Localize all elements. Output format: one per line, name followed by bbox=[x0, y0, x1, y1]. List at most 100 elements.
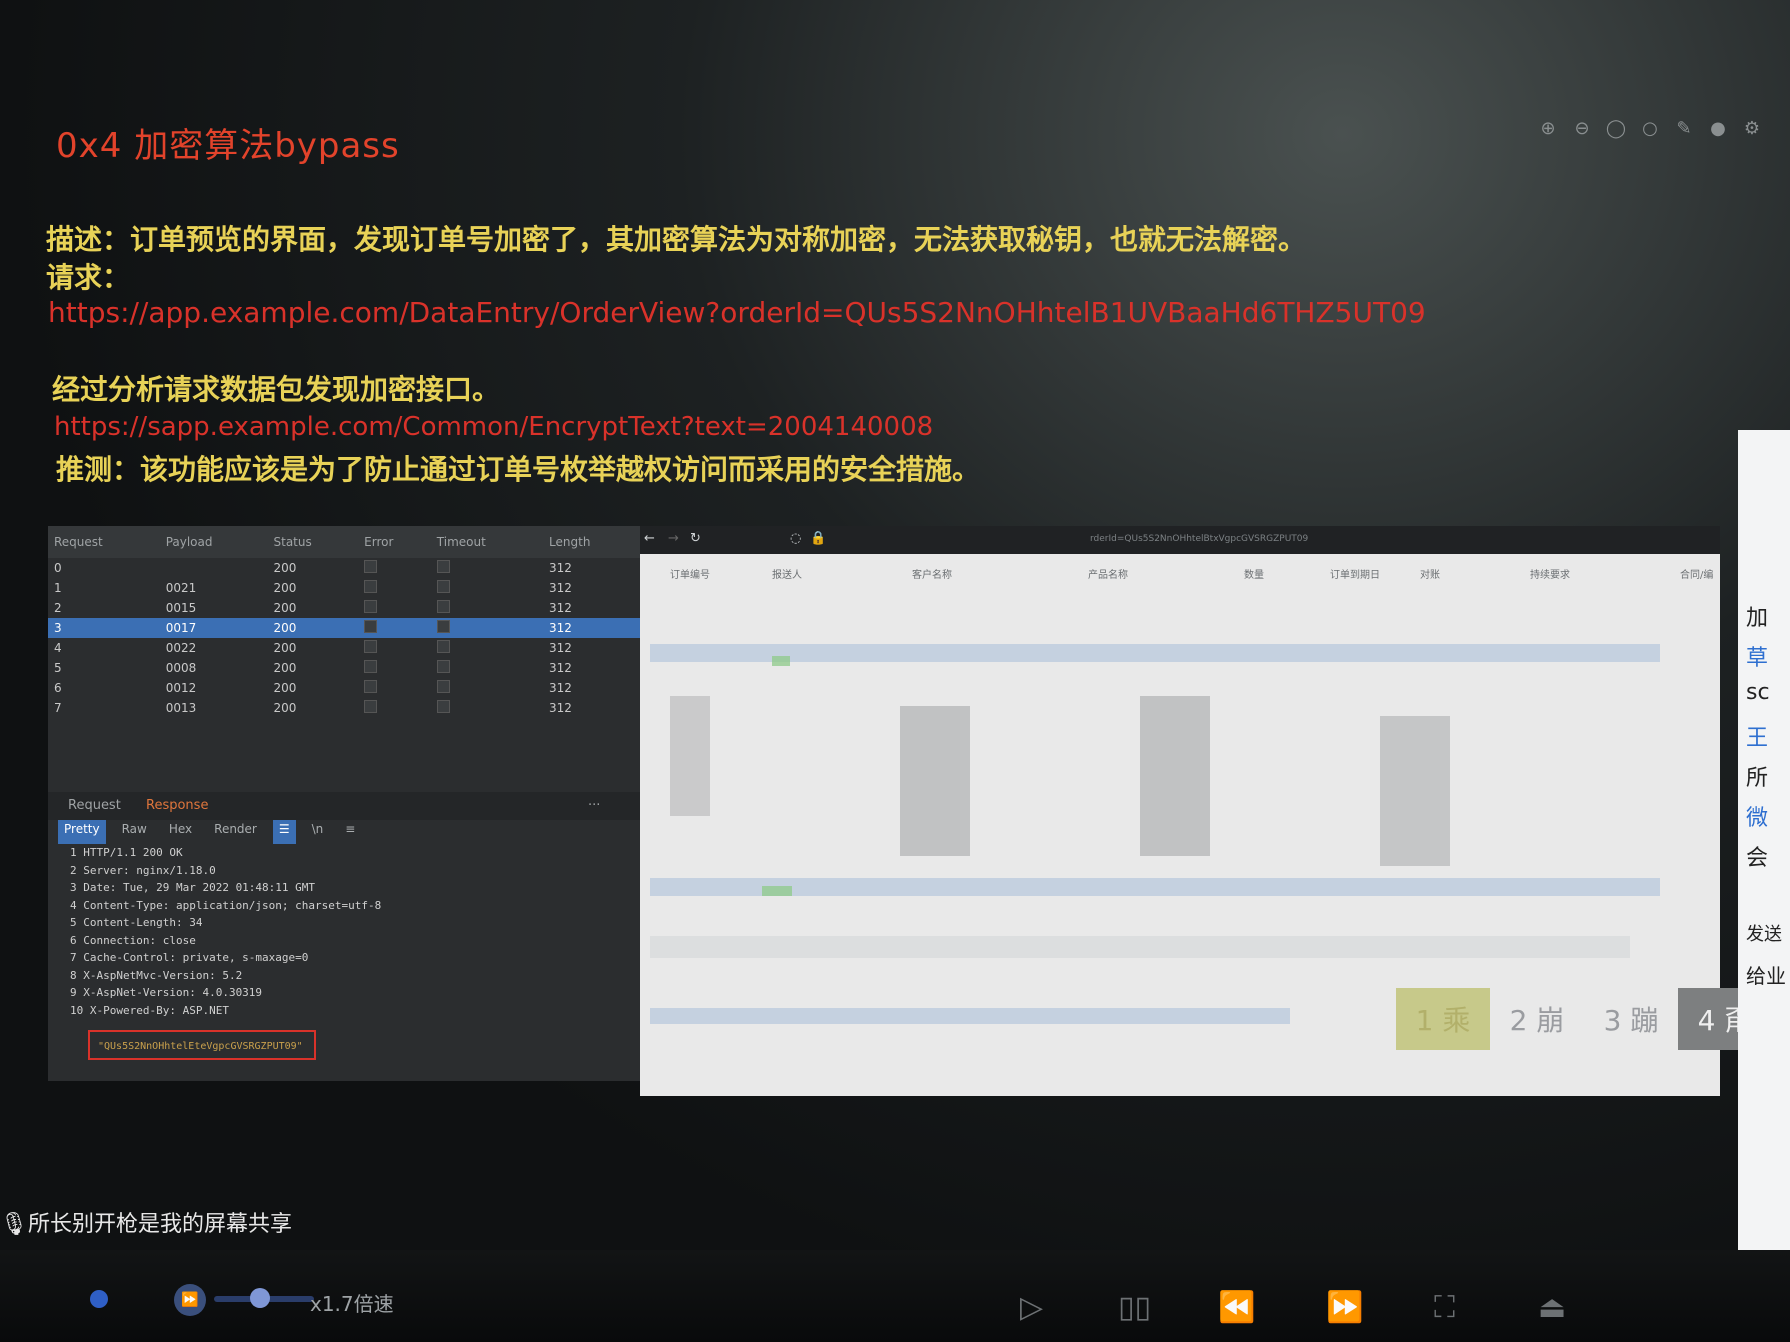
sidebar-text: 加 bbox=[1746, 606, 1769, 631]
reload-icon[interactable]: ↻ bbox=[690, 531, 701, 546]
redacted-row bbox=[650, 878, 1660, 896]
eject-icon[interactable]: ⏏ bbox=[1538, 1290, 1566, 1325]
lock-icon: 🔒 bbox=[810, 531, 827, 546]
record-indicator-icon bbox=[90, 1290, 108, 1308]
page-1-button[interactable]: 1 乘 bbox=[1396, 988, 1490, 1050]
redacted-row bbox=[650, 936, 1630, 958]
table-row[interactable]: 2 0015 200 312 bbox=[48, 598, 640, 618]
description-line: 描述：订单预览的界面，发现订单号加密了，其加密算法为对称加密，无法获取秘钥，也就… bbox=[46, 223, 1307, 256]
burp-intruder-panel: Request Payload Status Error Timeout Len… bbox=[48, 526, 640, 1081]
browser-window: ← → ↻ ◌ 🔒 rderId=QUs5S2NnOHhtelBtxVgpcGV… bbox=[640, 526, 1772, 1096]
timeout-checkbox bbox=[436, 700, 450, 713]
table-row[interactable]: 6 0012 200 312 bbox=[48, 678, 640, 698]
pagination: 1 乘 2 崩 3 蹦 4 甭 bbox=[1396, 988, 1772, 1050]
sidebar-text: 给业 bbox=[1746, 964, 1786, 988]
response-view-tabs: Pretty Raw Hex Render ☰ \n ≡ bbox=[58, 820, 361, 844]
player-controls: ⏩ x1.7倍速 ▷ ▯▯ ⏪ ⏩ ⛶ ⏏ bbox=[0, 1250, 1790, 1342]
play-icon[interactable]: ▷ bbox=[1020, 1290, 1043, 1325]
tab-request[interactable]: Request bbox=[68, 798, 121, 813]
encrypted-value-highlight: "QUs5S2NnOHhtelEteVgpcGVSRGZPUT09" bbox=[88, 1030, 316, 1060]
sidebar-text: 微 bbox=[1746, 806, 1769, 831]
col-quantity: 数量 bbox=[1244, 570, 1264, 581]
tab-pretty[interactable]: Pretty bbox=[58, 820, 106, 844]
timeout-checkbox bbox=[436, 680, 450, 693]
sidebar-text: 发送 bbox=[1746, 924, 1782, 945]
col-requirement: 持续要求 bbox=[1530, 570, 1570, 581]
order-view-url: https://app.example.com/DataEntry/OrderV… bbox=[48, 296, 1426, 329]
col-timeout[interactable]: Timeout bbox=[430, 526, 544, 558]
col-length[interactable]: Length bbox=[543, 526, 640, 558]
col-error[interactable]: Error bbox=[358, 526, 431, 558]
redacted-row bbox=[650, 644, 1660, 662]
zoom-out-icon[interactable]: ⊖ bbox=[1572, 118, 1592, 139]
newline-toggle[interactable]: \n bbox=[306, 820, 330, 844]
error-checkbox bbox=[364, 680, 378, 693]
browser-toolbar: ← → ↻ ◌ 🔒 rderId=QUs5S2NnOHhtelBtxVgpcGV… bbox=[640, 526, 1720, 554]
sidebar-text: 所 bbox=[1746, 766, 1769, 791]
page-3-button[interactable]: 3 蹦 bbox=[1584, 988, 1678, 1050]
wrap-icon[interactable]: ☰ bbox=[272, 820, 296, 844]
timeout-checkbox bbox=[436, 660, 450, 673]
more-icon[interactable]: ··· bbox=[588, 798, 600, 813]
speed-slider-handle[interactable] bbox=[250, 1288, 270, 1308]
col-due-date: 订单到期日 bbox=[1330, 570, 1380, 581]
redacted-status bbox=[772, 656, 790, 666]
sidebar-text: 草 bbox=[1746, 646, 1769, 671]
col-status[interactable]: Status bbox=[267, 526, 359, 558]
tab-raw[interactable]: Raw bbox=[116, 820, 153, 844]
settings-icon[interactable]: ⚙ bbox=[1742, 118, 1762, 139]
timeout-checkbox bbox=[436, 600, 450, 613]
page-2-button[interactable]: 2 崩 bbox=[1490, 988, 1584, 1050]
rewind-icon[interactable]: ⏪ bbox=[1218, 1290, 1255, 1325]
screen-share-caption: 🎙所长别开枪是我的屏幕共享 bbox=[0, 1212, 292, 1237]
slide-toolbar: ⊕ ⊖ ◯ ○ ✎ ● ⚙ bbox=[1538, 118, 1762, 139]
tab-hex[interactable]: Hex bbox=[163, 820, 198, 844]
presentation-slide: 0x4 加密算法bypass ⊕ ⊖ ◯ ○ ✎ ● ⚙ 描述：订单预览的界面，… bbox=[0, 0, 1790, 1342]
error-checkbox bbox=[364, 620, 378, 633]
tab-response[interactable]: Response bbox=[146, 798, 208, 813]
table-row[interactable]: 1 0021 200 312 bbox=[48, 578, 640, 598]
col-payload[interactable]: Payload bbox=[159, 526, 268, 558]
guess-line: 推测：该功能应该是为了防止通过订单号枚举越权访问而采用的安全措施。 bbox=[56, 453, 981, 486]
chat-sidebar: 加 草 sc 王 所 微 会 发送 给业 bbox=[1738, 430, 1790, 1260]
forward-icon[interactable]: → bbox=[668, 531, 679, 546]
zoom-in-icon[interactable]: ⊕ bbox=[1538, 118, 1558, 139]
address-bar[interactable]: rderId=QUs5S2NnOHhtelBtxVgpcGVSRGZPUT09 bbox=[1090, 534, 1308, 544]
table-row[interactable]: 5 0008 200 312 bbox=[48, 658, 640, 678]
table-row[interactable]: 0 200 312 bbox=[48, 558, 640, 578]
fullscreen-icon[interactable]: ⛶ bbox=[1434, 1290, 1455, 1325]
request-response-tabs: Request Response ··· bbox=[48, 792, 640, 820]
sidebar-text: 会 bbox=[1746, 846, 1769, 871]
col-contract: 合同/编 bbox=[1680, 570, 1714, 581]
timeout-checkbox bbox=[436, 640, 450, 653]
circle-icon[interactable]: ◯ bbox=[1606, 118, 1626, 139]
table-row[interactable]: 7 0013 200 312 bbox=[48, 698, 640, 718]
tab-render[interactable]: Render bbox=[208, 820, 263, 844]
sidebar-text: 王 bbox=[1746, 726, 1769, 751]
response-body: 1 HTTP/1.1 200 OK 2 Server: nginx/1.18.0 3… bbox=[70, 846, 382, 1017]
table-row-selected[interactable]: 3 0017 200 312 bbox=[48, 618, 640, 638]
redacted-cell bbox=[670, 696, 710, 816]
circle-outline-icon[interactable]: ○ bbox=[1640, 118, 1660, 139]
pen-icon[interactable]: ✎ bbox=[1674, 118, 1694, 139]
fast-forward-speed-button[interactable]: ⏩ bbox=[174, 1284, 206, 1316]
col-order-no: 订单编号 bbox=[670, 570, 710, 581]
table-row[interactable]: 4 0022 200 312 bbox=[48, 638, 640, 658]
col-submitter: 报送人 bbox=[772, 570, 802, 581]
col-product: 产品名称 bbox=[1088, 570, 1128, 581]
forward-icon[interactable]: ⏩ bbox=[1326, 1290, 1363, 1325]
timeout-checkbox bbox=[436, 620, 450, 633]
error-checkbox bbox=[364, 640, 378, 653]
redacted-image bbox=[1380, 716, 1450, 866]
pause-icon[interactable]: ▯▯ bbox=[1118, 1290, 1151, 1325]
dot-icon[interactable]: ● bbox=[1708, 118, 1728, 139]
error-checkbox bbox=[364, 560, 378, 573]
orders-table-header: 订单编号 报送人 客户名称 产品名称 数量 订单到期日 对账 持续要求 合同/编 bbox=[640, 556, 1720, 586]
col-request[interactable]: Request bbox=[48, 526, 160, 558]
col-customer: 客户名称 bbox=[912, 570, 952, 581]
error-checkbox bbox=[364, 700, 378, 713]
speed-label: x1.7倍速 bbox=[310, 1292, 394, 1316]
slide-title: 0x4 加密算法bypass bbox=[56, 126, 400, 166]
menu-icon[interactable]: ≡ bbox=[339, 820, 361, 844]
back-icon[interactable]: ← bbox=[644, 531, 655, 546]
